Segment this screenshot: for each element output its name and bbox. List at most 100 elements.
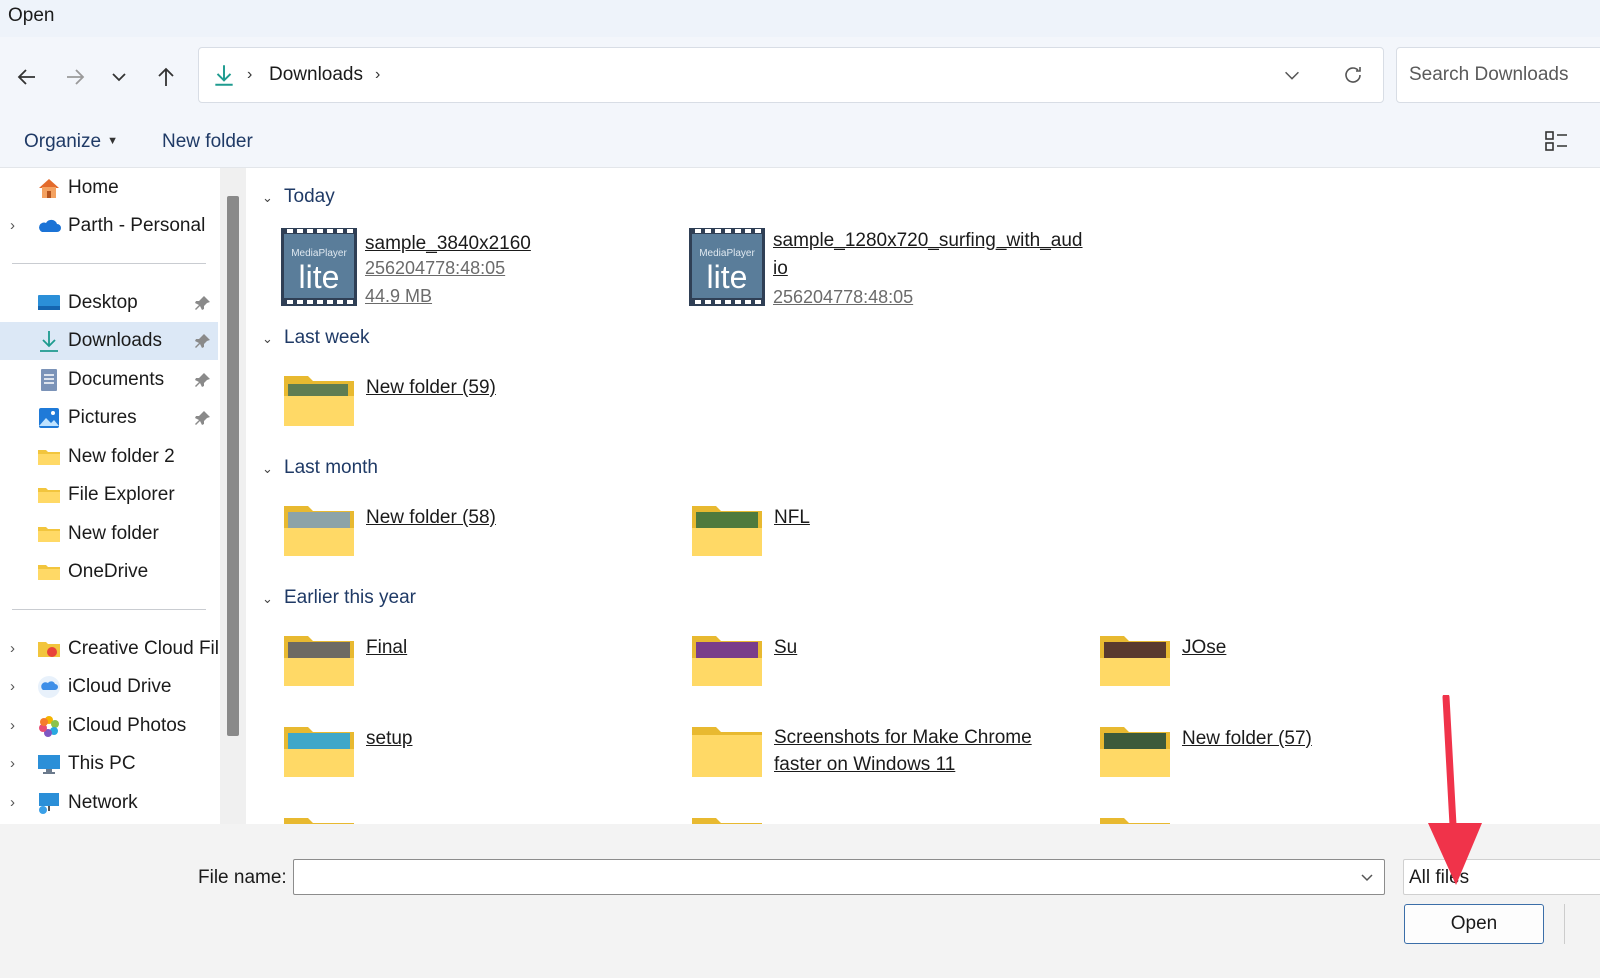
svg-text:lite: lite: [299, 259, 340, 295]
creative-cloud-icon: [38, 642, 60, 657]
sidebar-item-label: New folder: [68, 523, 159, 544]
onedrive-cloud-icon: [39, 219, 61, 232]
pin-icon[interactable]: [194, 294, 212, 312]
group-header-earlier-this-year[interactable]: ⌄ Earlier this year: [262, 587, 416, 609]
folder-item[interactable]: Final: [284, 632, 684, 712]
svg-text:MediaPlayer: MediaPlayer: [699, 248, 755, 259]
folder-name: NFL: [774, 507, 810, 528]
group-header-today[interactable]: ⌄ Today: [262, 186, 335, 208]
sidebar-divider: [12, 263, 206, 264]
expand-chevron-icon[interactable]: ›: [10, 794, 15, 811]
sidebar-item-pictures[interactable]: Pictures: [0, 399, 218, 437]
folder-item[interactable]: Su: [692, 632, 1092, 712]
sidebar-item-this-pc[interactable]: › This PC: [0, 745, 218, 783]
folder-item[interactable]: New folder (58): [284, 502, 684, 582]
sidebar-item-label: iCloud Drive: [68, 676, 172, 697]
sidebar-divider: [12, 609, 206, 610]
folder-item[interactable]: JOse: [1100, 632, 1500, 712]
sidebar-item-label: File Explorer: [68, 484, 175, 505]
organize-button[interactable]: Organize ▼: [24, 131, 118, 153]
file-length: 256204778:48:05: [773, 287, 914, 307]
search-input[interactable]: [1407, 63, 1600, 87]
sidebar-item-desktop[interactable]: Desktop: [0, 284, 218, 322]
file-item[interactable]: MediaPlayer lite sample_1280x720_surfing…: [689, 228, 1109, 308]
expand-chevron-icon[interactable]: ›: [10, 755, 15, 772]
sidebar-item-home[interactable]: Home: [0, 169, 218, 207]
sidebar-item-new-folder[interactable]: New folder: [0, 515, 218, 553]
new-folder-button[interactable]: New folder: [162, 131, 253, 153]
sidebar-item-parth-personal[interactable]: › Parth - Personal: [0, 207, 218, 245]
collapse-chevron-icon: ⌄: [262, 591, 273, 606]
pin-icon[interactable]: [194, 409, 212, 427]
folder-thumbnail-icon: [692, 506, 762, 556]
view-options-icon[interactable]: [1543, 128, 1569, 154]
folder-name: setup: [366, 728, 413, 749]
search-box[interactable]: [1396, 47, 1600, 103]
sidebar-item-icloud-drive[interactable]: › iCloud Drive: [0, 668, 218, 706]
folder-item[interactable]: Screenshots for Make Chrome faster on Wi…: [692, 723, 1092, 803]
scrollbar-thumb[interactable]: [227, 196, 239, 736]
sidebar-item-network[interactable]: › Network: [0, 784, 218, 822]
folder-icon: [692, 818, 762, 824]
caret-down-icon: ▼: [107, 135, 118, 147]
forward-button[interactable]: [60, 62, 90, 92]
file-name-input[interactable]: [294, 860, 1348, 894]
chevron-down-icon: [112, 73, 126, 82]
pictures-icon: [39, 408, 59, 428]
navigation-pane-scrollbar[interactable]: [220, 168, 246, 824]
svg-text:lite: lite: [707, 259, 748, 295]
address-bar[interactable]: › Downloads ›: [198, 47, 1384, 103]
folder-thumbnail-icon: [284, 506, 354, 556]
download-icon: [215, 65, 233, 86]
folder-name: Final: [366, 637, 408, 658]
icloud-photos-icon: [39, 716, 59, 737]
group-header-last-month[interactable]: ⌄ Last month: [262, 457, 378, 479]
pin-icon[interactable]: [194, 332, 212, 350]
group-header-last-week[interactable]: ⌄ Last week: [262, 327, 370, 349]
breadcrumb-chevron-icon[interactable]: ›: [375, 66, 380, 84]
file-name-line2: io: [773, 258, 788, 279]
sidebar-item-label: New folder 2: [68, 446, 175, 467]
breadcrumb-downloads[interactable]: Downloads: [269, 64, 363, 86]
back-button[interactable]: [12, 62, 42, 92]
group-label: Last week: [284, 327, 370, 348]
sidebar-item-documents[interactable]: Documents: [0, 361, 218, 399]
sidebar-item-label: Desktop: [68, 292, 138, 313]
address-history-dropdown-icon[interactable]: [1281, 64, 1303, 86]
folder-item[interactable]: NFL: [692, 502, 1092, 582]
folder-item[interactable]: New folder (59): [284, 372, 684, 452]
expand-chevron-icon[interactable]: ›: [10, 640, 15, 657]
sidebar-item-file-explorer[interactable]: File Explorer: [0, 476, 218, 514]
expand-chevron-icon[interactable]: ›: [10, 717, 15, 734]
file-item[interactable]: MediaPlayer lite sample_3840x2160 256204…: [281, 228, 681, 308]
sidebar-item-label: Documents: [68, 369, 165, 390]
sidebar-item-icloud-photos[interactable]: › iCloud Photos: [0, 707, 218, 745]
folder-name-line1: Screenshots for Make Chrome: [774, 727, 1032, 748]
folder-thumbnail-icon: [284, 727, 354, 777]
sidebar-item-creative-cloud-files[interactable]: › Creative Cloud Files: [0, 630, 218, 668]
network-icon: [39, 793, 59, 814]
expand-chevron-icon[interactable]: ›: [10, 217, 15, 234]
arrow-left-icon: [17, 69, 35, 85]
navigation-pane: Home › Parth - Personal Desktop Download…: [0, 168, 220, 824]
folder-icon: [38, 488, 60, 503]
sidebar-item-downloads[interactable]: Downloads: [0, 322, 218, 360]
chevron-down-icon[interactable]: [1358, 868, 1376, 886]
folder-item[interactable]: New folder (57): [1100, 723, 1500, 803]
file-name-combobox[interactable]: [293, 859, 1385, 895]
group-label: Earlier this year: [284, 587, 416, 608]
sidebar-item-label: iCloud Photos: [68, 715, 187, 736]
folder-thumbnail-icon: [284, 636, 354, 686]
refresh-icon[interactable]: [1341, 63, 1365, 87]
up-button[interactable]: [151, 62, 181, 92]
pin-icon[interactable]: [194, 371, 212, 389]
cancel-button[interactable]: [1564, 904, 1600, 944]
open-button[interactable]: Open: [1404, 904, 1544, 944]
folder-item[interactable]: setup: [284, 723, 684, 803]
sidebar-item-onedrive[interactable]: OneDrive: [0, 553, 218, 591]
file-type-filter[interactable]: All files: [1403, 859, 1600, 895]
recent-locations-button[interactable]: [104, 62, 134, 92]
expand-chevron-icon[interactable]: ›: [10, 678, 15, 695]
sidebar-item-new-folder-2[interactable]: New folder 2: [0, 438, 218, 476]
folder-icon: [38, 450, 60, 465]
